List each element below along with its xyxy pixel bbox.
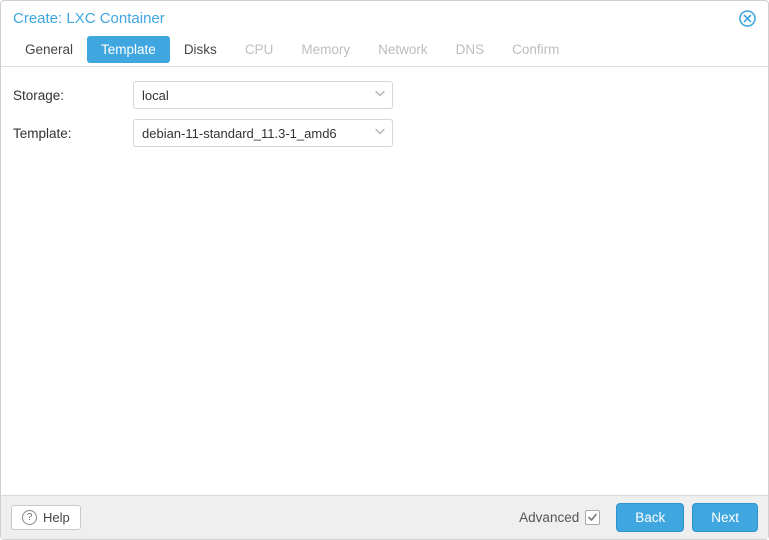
storage-value: local bbox=[142, 88, 169, 103]
tab-cpu: CPU bbox=[231, 36, 288, 64]
create-lxc-dialog: Create: LXC Container General Template D… bbox=[0, 0, 769, 540]
storage-row: Storage: local bbox=[13, 81, 756, 109]
tab-template[interactable]: Template bbox=[87, 36, 170, 64]
template-row: Template: debian-11-standard_11.3-1_amd6 bbox=[13, 119, 756, 147]
dialog-body: Storage: local Template: debian-11-stand… bbox=[1, 67, 768, 495]
advanced-label: Advanced bbox=[519, 510, 579, 525]
storage-label: Storage: bbox=[13, 88, 133, 103]
tab-confirm: Confirm bbox=[498, 36, 573, 64]
tab-network: Network bbox=[364, 36, 442, 64]
template-select[interactable]: debian-11-standard_11.3-1_amd6 bbox=[133, 119, 393, 147]
tab-dns: DNS bbox=[442, 36, 499, 64]
tab-disks[interactable]: Disks bbox=[170, 36, 231, 64]
close-icon bbox=[739, 10, 756, 27]
advanced-toggle: Advanced bbox=[519, 510, 600, 525]
advanced-checkbox[interactable] bbox=[585, 510, 600, 525]
storage-select[interactable]: local bbox=[133, 81, 393, 109]
next-button[interactable]: Next bbox=[692, 503, 758, 532]
help-label: Help bbox=[43, 510, 70, 525]
dialog-footer: ? Help Advanced Back Next bbox=[1, 495, 768, 539]
wizard-tabs: General Template Disks CPU Memory Networ… bbox=[1, 33, 768, 67]
help-button[interactable]: ? Help bbox=[11, 505, 81, 530]
tab-memory: Memory bbox=[287, 36, 364, 64]
template-value: debian-11-standard_11.3-1_amd6 bbox=[142, 126, 337, 141]
back-button[interactable]: Back bbox=[616, 503, 684, 532]
check-icon bbox=[587, 512, 598, 523]
dialog-title: Create: LXC Container bbox=[13, 10, 165, 27]
chevron-down-icon bbox=[374, 126, 386, 141]
help-icon: ? bbox=[22, 510, 37, 525]
dialog-header: Create: LXC Container bbox=[1, 1, 768, 33]
chevron-down-icon bbox=[374, 88, 386, 103]
tab-general[interactable]: General bbox=[11, 36, 87, 64]
close-button[interactable] bbox=[738, 9, 756, 27]
template-label: Template: bbox=[13, 126, 133, 141]
